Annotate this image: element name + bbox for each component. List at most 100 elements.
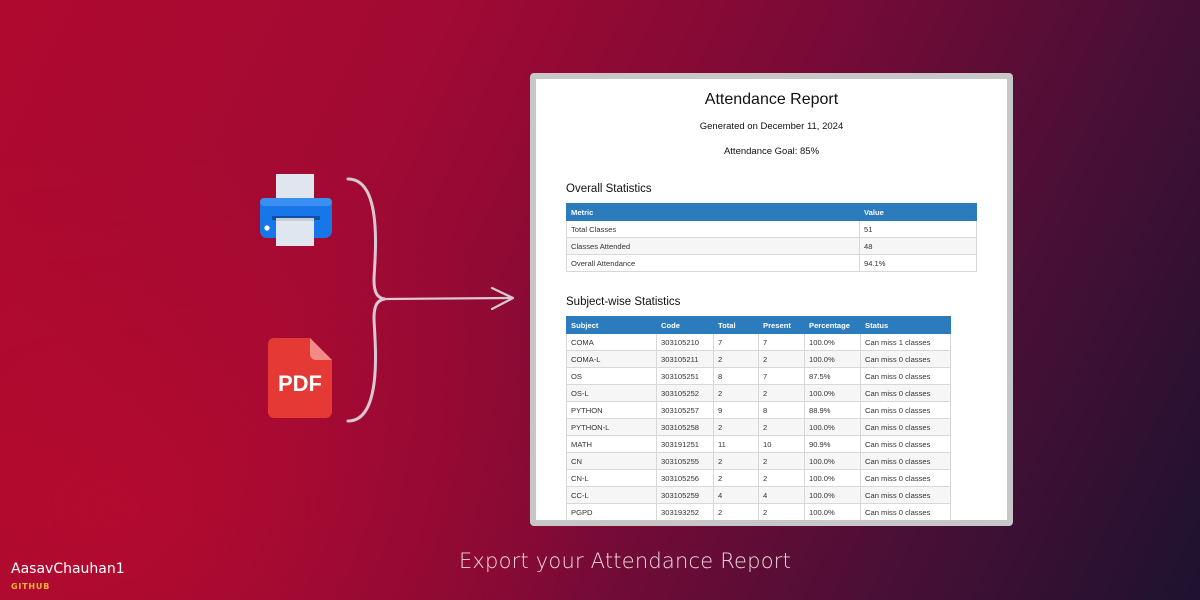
table-cell: MATH: [566, 435, 657, 453]
table-cell: 2: [713, 384, 759, 402]
table-cell: 94.1%: [859, 254, 977, 272]
table-cell: 100.0%: [804, 350, 861, 368]
table-cell: PYTHON-L: [566, 418, 657, 436]
table-cell: COMA-L: [566, 350, 657, 368]
table-cell: 2: [758, 469, 805, 487]
table-cell: Can miss 0 classes: [860, 452, 951, 470]
subject-statistics-heading: Subject-wise Statistics: [566, 296, 681, 308]
subject-statistics-table: Subject Code Total Present Percentage St…: [566, 316, 951, 520]
table-cell: OS-L: [566, 384, 657, 402]
overall-statistics-heading: Overall Statistics: [566, 183, 652, 195]
column-header-status: Status: [860, 316, 951, 334]
column-header-value: Value: [859, 203, 977, 221]
table-cell: 90.9%: [804, 435, 861, 453]
table-cell: 303105256: [656, 469, 714, 487]
table-cell: 2: [758, 452, 805, 470]
table-row: Classes Attended 48: [566, 237, 977, 255]
table-cell: 9: [713, 401, 759, 419]
column-header-present: Present: [758, 316, 805, 334]
table-cell: OS: [566, 367, 657, 385]
table-cell: Can miss 0 classes: [860, 384, 951, 402]
column-header-subject: Subject: [566, 316, 657, 334]
credit-username: AasavChauhan1: [11, 561, 125, 577]
table-row: PGPD 303193252 2 2 100.0% Can miss 0 classes: [566, 503, 951, 520]
table-cell: Can miss 0 classes: [860, 350, 951, 368]
column-header-total: Total: [713, 316, 759, 334]
table-cell: 4: [713, 486, 759, 504]
pdf-icon-label: PDF: [278, 371, 322, 396]
table-cell: 2: [713, 469, 759, 487]
table-row: MATH 303191251 11 10 90.9% Can miss 0 classes: [566, 435, 951, 453]
table-cell: 2: [758, 350, 805, 368]
table-cell: 2: [713, 503, 759, 520]
table-row: COMA-L 303105211 2 2 100.0% Can miss 0 classe…: [566, 350, 951, 368]
table-row: PYTHON-L 303105258 2 2 100.0% Can miss 0 clas…: [566, 418, 951, 436]
attendance-goal: Attendance Goal: 85%: [723, 146, 820, 157]
table-cell: 303105259: [656, 486, 714, 504]
table-row: OS-L 303105252 2 2 100.0% Can miss 0 classes: [566, 384, 951, 402]
column-header-code: Code: [656, 316, 714, 334]
table-cell: 303105255: [656, 452, 714, 470]
table-cell: 87.5%: [804, 367, 861, 385]
table-cell: 2: [713, 452, 759, 470]
table-cell: 303191251: [656, 435, 714, 453]
column-header-percentage: Percentage: [804, 316, 861, 334]
report-generated-date: Generated on December 11, 2024: [699, 121, 844, 132]
table-cell: Can miss 0 classes: [860, 435, 951, 453]
table-cell: 2: [713, 350, 759, 368]
table-cell: 2: [758, 384, 805, 402]
table-cell: 100.0%: [804, 452, 861, 470]
table-cell: 2: [713, 418, 759, 436]
table-row: CN-L 303105256 2 2 100.0% Can miss 0 classes: [566, 469, 951, 487]
table-cell: 100.0%: [804, 503, 861, 520]
table-cell: 100.0%: [804, 486, 861, 504]
table-cell: 303105210: [656, 333, 714, 351]
table-cell: 4: [758, 486, 805, 504]
pdf-file-icon: PDF: [268, 338, 332, 418]
table-cell: 303105211: [656, 350, 714, 368]
table-cell: 100.0%: [804, 333, 861, 351]
table-cell: 8: [713, 367, 759, 385]
report-page: Attendance Report Generated on December …: [536, 79, 1007, 520]
curly-brace-arrow: [346, 177, 515, 423]
table-cell: 303105258: [656, 418, 714, 436]
table-cell: Can miss 0 classes: [860, 418, 951, 436]
table-cell: COMA: [566, 333, 657, 351]
credit-platform: GITHUB: [11, 582, 51, 591]
table-cell: CN: [566, 452, 657, 470]
table-cell: 10: [758, 435, 805, 453]
table-row: Total Classes 51: [566, 220, 977, 238]
table-cell: 51: [859, 220, 977, 238]
table-cell: Can miss 0 classes: [860, 486, 951, 504]
report-title: Attendance Report: [704, 91, 839, 108]
column-header-metric: Metric: [566, 203, 860, 221]
table-cell: 88.9%: [804, 401, 861, 419]
report-preview: Attendance Report Generated on December …: [530, 73, 1013, 526]
overall-statistics-table: Metric Value Total Classes 51 Classes Atte…: [566, 203, 977, 272]
table-row: CC-L 303105259 4 4 100.0% Can miss 0 classes: [566, 486, 951, 504]
table-cell: 303105251: [656, 367, 714, 385]
table-row: CN 303105255 2 2 100.0% Can miss 0 classes: [566, 452, 951, 470]
table-cell: 48: [859, 237, 977, 255]
table-cell: Overall Attendance: [566, 254, 860, 272]
table-cell: CC-L: [566, 486, 657, 504]
caption: Export your Attendance Report: [458, 549, 792, 573]
table-cell: 8: [758, 401, 805, 419]
table-cell: 2: [758, 418, 805, 436]
table-cell: PGPD: [566, 503, 657, 520]
printer-icon: [260, 174, 332, 246]
table-cell: CN-L: [566, 469, 657, 487]
table-cell: 303193252: [656, 503, 714, 520]
table-cell: Can miss 0 classes: [860, 367, 951, 385]
table-row: Overall Attendance 94.1%: [566, 254, 977, 272]
table-cell: Classes Attended: [566, 237, 860, 255]
table-row: OS 303105251 8 7 87.5% Can miss 0 classes: [566, 367, 951, 385]
table-cell: Total Classes: [566, 220, 860, 238]
table-cell: 100.0%: [804, 418, 861, 436]
table-cell: 100.0%: [804, 469, 861, 487]
table-cell: Can miss 0 classes: [860, 401, 951, 419]
table-cell: Can miss 0 classes: [860, 469, 951, 487]
table-cell: 2: [758, 503, 805, 520]
table-cell: PYTHON: [566, 401, 657, 419]
table-cell: 7: [713, 333, 759, 351]
